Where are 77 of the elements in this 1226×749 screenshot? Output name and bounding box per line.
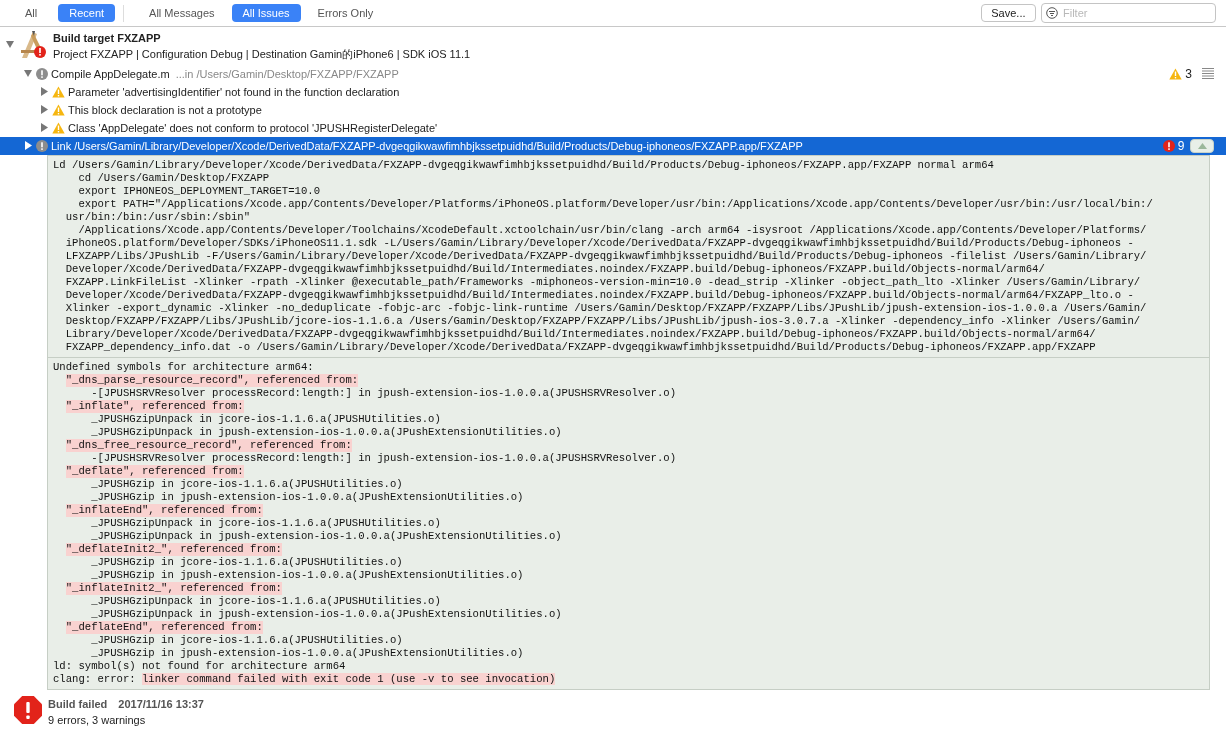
issue-title: Class 'AppDelegate' does not conform to protocol 'JPUSHRegisterDelegate': [68, 120, 438, 136]
issue-row[interactable]: Build target FXZAPP Project FXZAPP | Configuration Debug | Destination Gamin的iPhone6 | SDK iOS 11.1: [0, 29, 1226, 63]
disclosure-triangle[interactable]: [24, 69, 32, 79]
log-line: FXZAPP.LinkFileList -Xlinker -rpath -Xlinker @executable_path/Frameworks -miphoneos-version-min=10.0 -dead_strip -Xlinker -object_path_lto -Xlinker /Users/Gamin/Library/: [65, 275, 1141, 289]
warning-icon: [52, 103, 65, 116]
warning-icon: [52, 121, 65, 134]
log-line: FXZAPP_dependency_info.dat -o /Users/Gamin/Library/Developer/Xcode/DerivedData/FXZAPP-dvgeqgikwawfimhbjkssetpuidhd/Build/Products/Debug-iphoneos/FXZAPP.app/FXZAPP: [65, 340, 1096, 354]
collapse-transcript-button[interactable]: [1190, 138, 1214, 153]
log-line: _JPUSHGzip in jpush-extension-ios-1.0.0.a(JPushExtensionUtilities.o): [91, 568, 524, 582]
log-line: _JPUSHGzipUnpack in jpush-extension-ios-1.0.0.a(JPushExtensionUtilities.o): [91, 529, 562, 543]
log-line: Desktop/FXZAPP/FXZAPP/Libs/JPushLib/jcore-ios-1.1.6.a /Users/Gamin/Desktop/FXZAPP/FXZAPP/Libs/JPushLib/jpush-ios-3.0.7.a -Xlinker -dependency_info -Xlinker /Users/Gamin/: [65, 314, 1141, 328]
issue-icon: [36, 139, 48, 152]
log-line: usr/bin:/bin:/usr/sbin:/sbin": [65, 210, 251, 224]
issue-title: Parameter 'advertisingIdentifier' not found in the function declaration: [68, 84, 400, 100]
log-line: Library/Developer/Xcode/DerivedData/FXZAPP-dvgeqgikwawfimhbjkssetpuidhd/Build/Intermediates.noindex/FXZAPP.build/Debug-iphoneos/FXZAPP.build/Objects-normal/arm64/: [65, 327, 1096, 341]
filter-icon: [1046, 7, 1058, 19]
build-summary: 9 errors, 3 warnings: [48, 713, 147, 729]
log-line: export IPHONEOS_DEPLOYMENT_TARGET=10.0: [78, 184, 320, 198]
log-line: Developer/Xcode/DerivedData/FXZAPP-dvgeqgikwawfimhbjkssetpuidhd/Build/Intermediates.noindex/FXZAPP.build/Debug-iphoneos/FXZAPP.build/Objects-normal/arm64/: [65, 262, 1045, 276]
log-line: _JPUSHGzipUnpack in jcore-ios-1.1.6.a(JPUSHUtilities.o): [91, 594, 441, 608]
log-line: LFXZAPP/Libs/JPushLib -F/Users/Gamin/Library/Developer/Xcode/DerivedData/FXZAPP-dvgeqgikwawfimhbjkssetpuidhd/Build/Products/Debug-iphoneos -filelist /Users/Gamin/Library/: [65, 249, 1147, 263]
disclosure-triangle[interactable]: [6, 39, 14, 49]
issue-row[interactable]: Parameter 'advertisingIdentifier' not found in the function declaration: [0, 82, 1226, 101]
log-line: _JPUSHGzip in jcore-ios-1.1.6.a(JPUSHUtilities.o): [91, 555, 403, 569]
scope-tab[interactable]: Recent: [58, 4, 116, 22]
log-line: export PATH="/Applications/Xcode.app/Contents/Developer/Platforms/iPhoneOS.platform/Developer/usr/bin:/Applications/Xcode.app/Contents/Developer/usr/bin:/usr/local/bin:/: [78, 197, 1153, 211]
issue-icon: [36, 67, 48, 80]
build-icon: [21, 30, 46, 58]
issue-row[interactable]: Compile AppDelegate.m ...in /Users/Gamin/Desktop/FXZAPP/FXZAPP 3: [0, 64, 1226, 83]
log-line: cd /Users/Gamin/Desktop/FXZAPP: [78, 171, 270, 185]
up-arrow-icon: [1197, 142, 1207, 149]
log-line: clang: error: linker command failed with exit code 1 (use -v to see invocation): [53, 672, 556, 686]
filter-tab[interactable]: All Issues: [231, 4, 301, 22]
issue-title: Compile AppDelegate.m: [51, 66, 170, 82]
disclosure-triangle[interactable]: [40, 87, 48, 97]
warning-icon: [1169, 67, 1183, 80]
log-line: Xlinker -export_dynamic -Xlinker -no_deduplicate -fobjc-arc -fobjc-link-runtime /Users/Gamin/Desktop/FXZAPP/FXZAPP/Libs/JPushLib/jpush-extension-ios-1.0.0.a /Users/Gamin/: [65, 301, 1147, 315]
log-line: _JPUSHGzipUnpack in jcore-ios-1.1.6.a(JPUSHUtilities.o): [91, 412, 441, 426]
filter-field[interactable]: Filter: [1041, 3, 1216, 23]
build-time: 2017/11/16 13:37: [118, 696, 204, 712]
issue-row[interactable]: Link /Users/Gamin/Library/Developer/Xcode/DerivedData/FXZAPP-dvgeqgikwawfimhbjkssetpuidhd/Build/Products/Debug-iphoneos/FXZAPP.app/FXZAPP 9: [0, 136, 1226, 155]
filter-tab[interactable]: All Messages: [138, 4, 226, 22]
log-line: Ld /Users/Gamin/Library/Developer/Xcode/DerivedData/FXZAPP-dvgeqgikwawfimhbjkssetpuidhd/Build/Products/Debug-iphoneos/FXZAPP.app/FXZAPP normal arm64: [53, 158, 994, 172]
log-line: _JPUSHGzip in jpush-extension-ios-1.0.0.a(JPushExtensionUtilities.o): [91, 646, 524, 660]
log-line: ld: symbol(s) not found for architecture arm64: [53, 659, 346, 673]
issue-path: ...in /Users/Gamin/Desktop/FXZAPP/FXZAPP: [175, 66, 399, 82]
log-line: _JPUSHGzip in jpush-extension-ios-1.0.0.a(JPushExtensionUtilities.o): [91, 490, 524, 504]
log-line: Undefined symbols for architecture arm64:: [53, 360, 314, 374]
issue-count: 3: [1185, 65, 1192, 83]
log-line: _JPUSHGzipUnpack in jpush-extension-ios-1.0.0.a(JPushExtensionUtilities.o): [91, 607, 562, 621]
log-line: /Applications/Xcode.app/Contents/Developer/Toolchains/XcodeDefault.xctoolchain/usr/bin/clang -arch arm64 -isysroot /Applications/Xcode.app/Contents/Developer/Platforms/: [78, 223, 1147, 237]
filter-tab[interactable]: Errors Only: [306, 4, 385, 22]
error-icon: [1162, 139, 1175, 152]
target-subtitle: Project FXZAPP | Configuration Debug | Destination Gamin的iPhone6 | SDK iOS 11.1: [53, 47, 471, 63]
log-line: -[JPUSHSRVResolver processRecord:length:] in jpush-extension-ios-1.0.0.a(JPUSHSRVResolver.o): [91, 451, 677, 465]
scope-tab[interactable]: All: [14, 4, 49, 22]
issue-title: This block declaration is not a prototype: [68, 102, 262, 118]
log-line: Developer/Xcode/DerivedData/FXZAPP-dvgeqgikwawfimhbjkssetpuidhd/Build/Intermediates.noindex/FXZAPP.build/Debug-iphoneos/FXZAPP.build/Objects-normal/arm64/FXZAPP_lto.o -: [65, 288, 1134, 302]
disclosure-triangle[interactable]: [24, 141, 32, 151]
transcript-icon[interactable]: [1202, 68, 1214, 80]
disclosure-triangle[interactable]: [40, 105, 48, 115]
issue-row[interactable]: This block declaration is not a prototype: [0, 100, 1226, 119]
log-line: -[JPUSHSRVResolver processRecord:length:] in jpush-extension-ios-1.0.0.a(JPUSHSRVResolver.o): [91, 386, 677, 400]
build-status: Build failed: [48, 696, 108, 712]
issue-row[interactable]: Class 'AppDelegate' does not conform to protocol 'JPUSHRegisterDelegate': [0, 118, 1226, 137]
log-line: _JPUSHGzipUnpack in jcore-ios-1.1.6.a(JPUSHUtilities.o): [91, 516, 441, 530]
log-line: _JPUSHGzip in jcore-ios-1.1.6.a(JPUSHUtilities.o): [91, 633, 403, 647]
issue-count: 9: [1177, 137, 1185, 155]
target-title: Build target FXZAPP: [53, 30, 162, 46]
log-line: iPhoneOS.platform/Developer/SDKs/iPhoneOS11.1.sdk -L/Users/Gamin/Library/Developer/Xcode/DerivedData/FXZAPP-dvgeqgikwawfimhbjkssetpuidhd/Build/Products/Debug-iphoneos -: [65, 236, 1134, 250]
warning-icon: [52, 85, 65, 98]
disclosure-triangle[interactable]: [40, 123, 48, 133]
error-icon: [14, 695, 42, 724]
log-line: _JPUSHGzipUnpack in jpush-extension-ios-1.0.0.a(JPushExtensionUtilities.o): [91, 425, 562, 439]
log-line: _JPUSHGzip in jcore-ios-1.1.6.a(JPUSHUtilities.o): [91, 477, 403, 491]
save-button[interactable]: Save...: [981, 4, 1036, 22]
issue-title: Link /Users/Gamin/Library/Developer/Xcode/DerivedData/FXZAPP-dvgeqgikwawfimhbjkssetpuidhd/Build/Products/Debug-iphoneos/FXZAPP.app/FXZAPP: [51, 138, 803, 154]
